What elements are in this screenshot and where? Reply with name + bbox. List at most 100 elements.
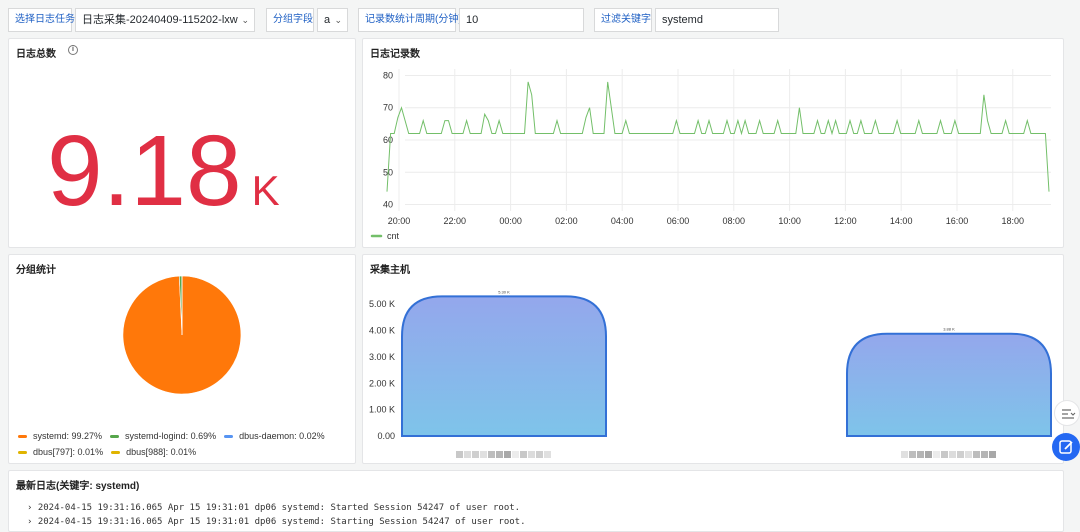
pie-chart (9, 275, 355, 445)
legend-swatch (18, 435, 27, 438)
redacted-block (973, 451, 980, 458)
redacted-block (909, 451, 916, 458)
y-tick-label: 4.00 K (369, 326, 395, 336)
log-row[interactable]: › 2024-04-15 19:31:16.065 Apr 15 19:31:0… (27, 503, 520, 513)
x-tick-label-redacted (901, 451, 996, 458)
legend-item[interactable]: dbus[988]: 0.01% (111, 447, 196, 457)
group-variable-label: 分组字段 (266, 8, 314, 32)
x-tick-label: 16:00 (946, 216, 969, 226)
x-tick-label: 10:00 (778, 216, 801, 226)
y-tick-label: 3.00 K (369, 352, 395, 362)
legend-value: 0.01% (168, 447, 196, 457)
edit-icon (1052, 433, 1080, 461)
panel-total-logs: 日志总数 i 9.18K (8, 38, 356, 248)
task-select-value: 日志采集-20240409-115202-lxw (82, 14, 238, 26)
legend-value: 0.02% (297, 431, 325, 441)
bar-host-2 (847, 334, 1051, 436)
redacted-block (504, 451, 511, 458)
x-tick-label: 06:00 (667, 216, 690, 226)
pie-legend-row: systemd: 99.27% systemd-logind: 0.69% dbus… (18, 431, 333, 441)
variables-bar: 选择日志任务 日志采集-20240409-115202-lxw ⌄ 分组字段 a… (0, 0, 1080, 38)
panel-title: 日志总数 (16, 45, 56, 60)
redacted-block (496, 451, 503, 458)
x-tick-label: 14:00 (890, 216, 913, 226)
redacted-block (480, 451, 487, 458)
legend-swatch (111, 451, 120, 454)
legend-item[interactable]: systemd: 99.27% (18, 431, 102, 441)
panel-group-stats: 分组统计 systemd: 99.27% systemd-logind: 0.69… (8, 254, 356, 464)
redacted-block (957, 451, 964, 458)
legend-swatch (18, 451, 27, 454)
toc-button[interactable] (1054, 400, 1080, 426)
x-tick-label: 22:00 (444, 216, 467, 226)
total-count-unit: K (252, 167, 280, 214)
y-tick-label: 40 (383, 200, 393, 210)
legend-label-cnt: cnt (387, 231, 400, 241)
bar-host-1 (402, 296, 606, 436)
x-tick-label: 12:00 (834, 216, 857, 226)
x-tick-label-redacted (456, 451, 551, 458)
panel-record-count: 日志记录数 405060708020:0022:0000:0002:0004:0… (362, 38, 1064, 248)
redacted-block (965, 451, 972, 458)
line-chart: 405060708020:0022:0000:0002:0004:0006:00… (363, 39, 1063, 247)
legend-item[interactable]: systemd-logind: 0.69% (110, 431, 216, 441)
redacted-block (949, 451, 956, 458)
period-variable-label: 记录数统计周期(分钟) (358, 8, 456, 32)
redacted-block (941, 451, 948, 458)
legend-name: dbus[797]: (33, 447, 75, 457)
legend-swatch (224, 435, 233, 438)
x-tick-label: 18:00 (1002, 216, 1025, 226)
total-count-stat: 9.18K (47, 111, 347, 251)
pie-legend-row: dbus[797]: 0.01%dbus[988]: 0.01% (18, 447, 204, 457)
legend-value: 0.69% (188, 431, 216, 441)
redacted-block (901, 451, 908, 458)
group-select-value: a (324, 14, 330, 26)
task-select[interactable]: 日志采集-20240409-115202-lxw ⌄ (75, 8, 255, 32)
info-icon[interactable]: i (68, 45, 78, 55)
y-tick-label: 0.00 (377, 431, 395, 441)
redacted-block (472, 451, 479, 458)
total-count-value: 9.18 (47, 115, 242, 227)
y-tick-label: 60 (383, 135, 393, 145)
y-tick-label: 70 (383, 103, 393, 113)
list-icon (1055, 401, 1080, 427)
log-row-text: 2024-04-15 19:31:16.065 Apr 15 19:31:01 … (38, 503, 520, 513)
redacted-block (981, 451, 988, 458)
x-tick-label: 20:00 (388, 216, 411, 226)
legend-swatch (110, 435, 119, 438)
log-row-text: 2024-04-15 19:31:16.065 Apr 15 19:31:01 … (38, 517, 526, 527)
keyword-input[interactable] (655, 8, 779, 32)
redacted-block (544, 451, 551, 458)
legend-item[interactable]: dbus[797]: 0.01% (18, 447, 103, 457)
series-line-cnt (387, 82, 1049, 192)
redacted-block (488, 451, 495, 458)
legend-name: systemd-logind: (125, 431, 188, 441)
x-tick-label: 00:00 (499, 216, 522, 226)
log-row[interactable]: › 2024-04-15 19:31:16.065 Apr 15 19:31:0… (27, 517, 526, 527)
legend-name: systemd: (33, 431, 69, 441)
x-tick-label: 02:00 (555, 216, 578, 226)
x-tick-label: 08:00 (723, 216, 746, 226)
group-select[interactable]: a ⌄ (317, 8, 348, 32)
legend-name: dbus[988]: (126, 447, 168, 457)
redacted-block (528, 451, 535, 458)
redacted-block (536, 451, 543, 458)
redacted-block (520, 451, 527, 458)
period-input[interactable] (459, 8, 584, 32)
panel-latest-logs: 最新日志(关键字: systemd) › 2024-04-15 19:31:16… (8, 470, 1064, 532)
y-tick-label: 2.00 K (369, 378, 395, 388)
redacted-block (456, 451, 463, 458)
panel-title: 分组统计 (16, 261, 56, 276)
legend-item[interactable]: dbus-daemon: 0.02% (224, 431, 325, 441)
y-tick-label: 1.00 K (369, 405, 395, 415)
bar-data-label: 5.30 K (498, 289, 510, 294)
panel-hosts: 采集主机 0.001.00 K2.00 K3.00 K4.00 K5.00 K5… (362, 254, 1064, 464)
redacted-block (464, 451, 471, 458)
y-tick-label: 80 (383, 70, 393, 80)
legend-value: 99.27% (69, 431, 102, 441)
redacted-block (925, 451, 932, 458)
legend-name: dbus-daemon: (239, 431, 297, 441)
chevron-down-icon: ⌄ (241, 9, 249, 31)
y-tick-label: 5.00 K (369, 299, 395, 309)
edit-button[interactable] (1052, 433, 1080, 461)
